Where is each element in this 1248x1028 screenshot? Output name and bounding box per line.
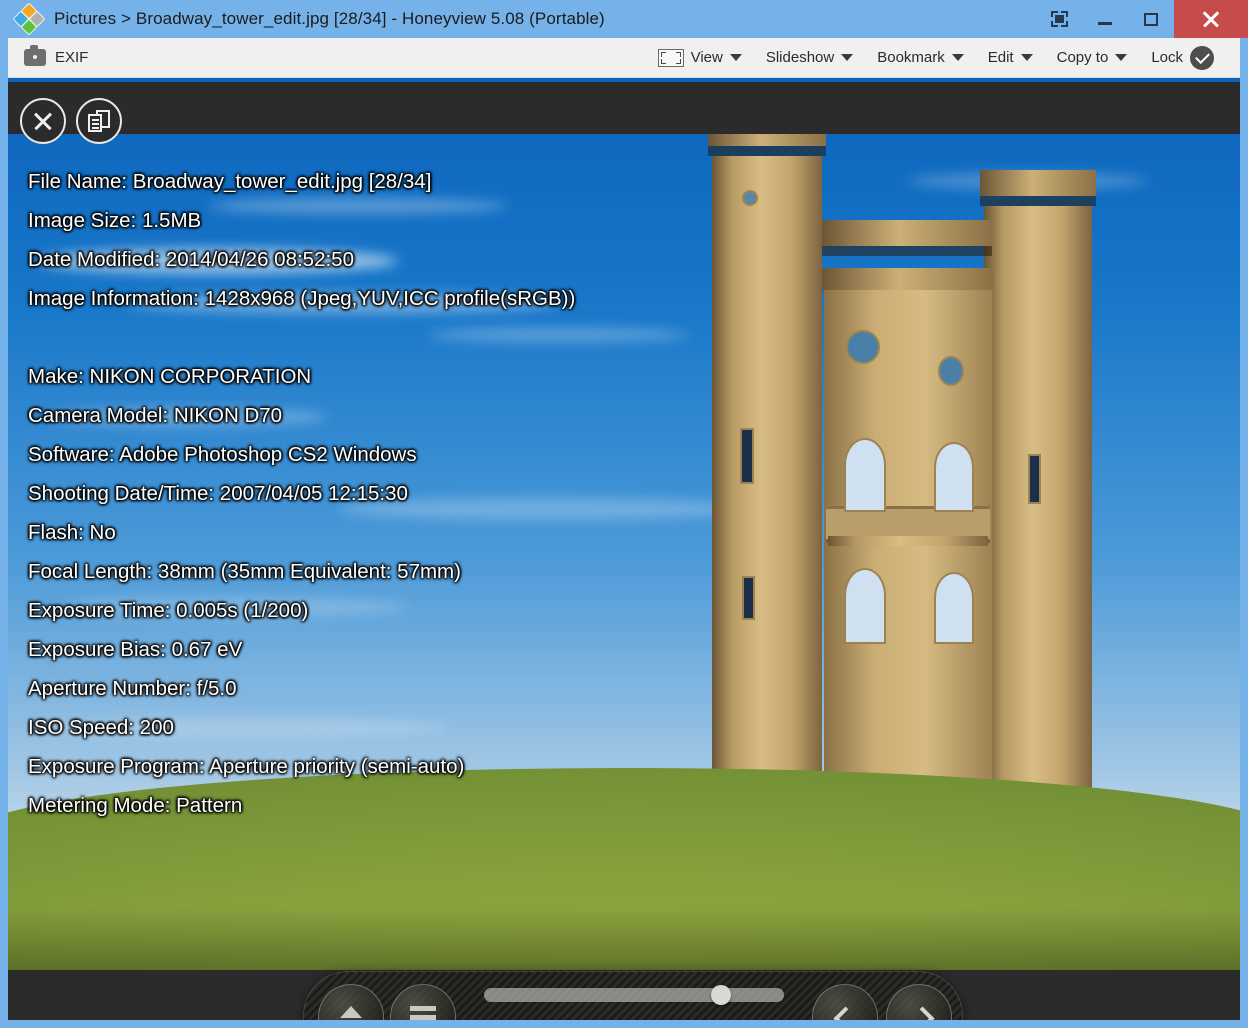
- chevron-left-icon: [834, 1006, 856, 1020]
- control-bar-panel: + − Lock: [303, 971, 963, 1020]
- toolbar-item-bookmark[interactable]: Bookmark: [865, 38, 976, 78]
- title-bar: Pictures > Broadway_tower_edit.jpg [28/3…: [0, 0, 1248, 38]
- honeyview-diamond-logo-icon: [12, 2, 46, 36]
- minimize-icon: [1098, 22, 1112, 25]
- camera-icon: [24, 45, 46, 66]
- toolbar-item-slideshow[interactable]: Slideshow: [754, 38, 865, 78]
- image-viewer[interactable]: File Name: Broadway_tower_edit.jpg [28/3…: [8, 78, 1240, 1020]
- grass-shadow: [8, 908, 1240, 970]
- eject-icon: [338, 1004, 364, 1020]
- photo-broadway-tower: File Name: Broadway_tower_edit.jpg [28/3…: [8, 78, 1240, 970]
- zoom-slider-track[interactable]: [484, 988, 784, 1002]
- toolbar-menu-group: View Slideshow Bookmark Edit Copy to Loc…: [646, 38, 1240, 78]
- fit-to-window-icon: [657, 48, 684, 67]
- zoom-slider-handle[interactable]: [711, 985, 731, 1005]
- chevron-right-icon: [908, 1006, 930, 1020]
- minimize-button[interactable]: [1082, 0, 1128, 38]
- fullscreen-icon: [1050, 11, 1068, 27]
- toolbar-item-copy-to[interactable]: Copy to: [1045, 38, 1140, 78]
- window-controls: [1036, 0, 1248, 38]
- chevron-down-icon: [951, 54, 964, 61]
- toolbar-item-label: Slideshow: [765, 49, 835, 66]
- close-window-button[interactable]: [1174, 0, 1248, 38]
- menu-button[interactable]: [390, 984, 456, 1020]
- zoom-slider[interactable]: [484, 985, 784, 1005]
- window-title: Pictures > Broadway_tower_edit.jpg [28/3…: [54, 9, 605, 28]
- toolbar-item-label: Copy to: [1056, 49, 1109, 66]
- toolbar-item-view[interactable]: View: [646, 38, 754, 78]
- previous-image-button[interactable]: [812, 984, 878, 1020]
- exif-button-label: EXIF: [55, 49, 89, 66]
- exif-close-button[interactable]: [20, 98, 66, 144]
- toolbar-item-label: Edit: [987, 49, 1014, 66]
- close-icon: [32, 110, 54, 132]
- toolbar-item-lock[interactable]: Lock: [1139, 38, 1226, 78]
- chevron-down-icon: [729, 54, 742, 61]
- close-icon: [1201, 9, 1221, 29]
- chevron-down-icon: [841, 54, 854, 61]
- hamburger-menu-icon: [410, 1006, 436, 1020]
- fullscreen-toggle-button[interactable]: [1036, 0, 1082, 38]
- main-toolbar: EXIF View Slideshow Bookmark Edit Copy t…: [8, 38, 1240, 78]
- exif-button[interactable]: EXIF: [24, 45, 89, 66]
- toolbar-item-edit[interactable]: Edit: [976, 38, 1045, 78]
- chevron-down-icon: [1020, 54, 1033, 61]
- eject-button[interactable]: [318, 984, 384, 1020]
- toolbar-item-label: View: [690, 49, 723, 66]
- chevron-down-icon: [1115, 54, 1128, 61]
- check-circle-icon: [1190, 45, 1214, 70]
- maximize-button[interactable]: [1128, 0, 1174, 38]
- exif-copy-button[interactable]: [76, 98, 122, 144]
- honeyview-window: Pictures > Broadway_tower_edit.jpg [28/3…: [0, 0, 1248, 1028]
- copy-documents-icon: [88, 110, 110, 132]
- toolbar-item-label: Bookmark: [877, 49, 945, 66]
- maximize-icon: [1144, 12, 1158, 26]
- toolbar-lock-label: Lock: [1151, 49, 1183, 66]
- next-image-button[interactable]: [886, 984, 952, 1020]
